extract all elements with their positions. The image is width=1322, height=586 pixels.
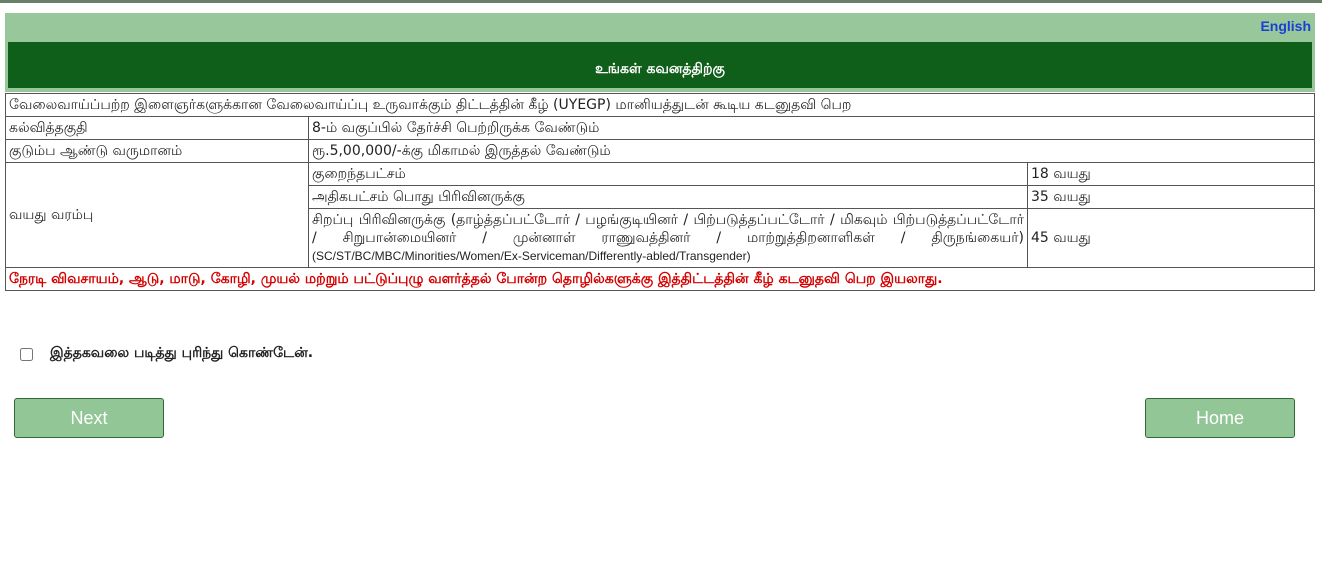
age-limit-label: வயது வரம்பு — [5, 162, 309, 268]
max-age-special-value: 45 வயது — [1027, 208, 1315, 268]
agreement-label[interactable]: இத்தகவலை படித்து புரிந்து கொண்டேன். — [50, 345, 313, 363]
home-button[interactable]: Home — [1145, 398, 1295, 438]
income-label: குடும்ப ஆண்டு வருமானம் — [5, 139, 309, 163]
header-band: English உங்கள் கவனத்திற்கு — [5, 13, 1315, 92]
ineligible-warning: நேரடி விவசாயம், ஆடு, மாடு, கோழி, முயல் ம… — [5, 267, 1315, 291]
table-heading: வேலைவாய்ப்பற்ற இளைஞர்களுக்கான வேலைவாய்ப்… — [5, 93, 1315, 117]
table-row: வயது வரம்பு குறைந்தபட்சம் 18 வயது — [5, 162, 1315, 268]
special-category-label: சிறப்பு பிரிவினருக்கு (தாழ்த்தப்பட்டோர் … — [312, 212, 1024, 246]
education-label: கல்வித்தகுதி — [5, 116, 309, 140]
table-row: வேலைவாய்ப்பற்ற இளைஞர்களுக்கான வேலைவாய்ப்… — [5, 93, 1315, 117]
english-language-link[interactable]: English — [1260, 18, 1311, 34]
min-age-label: குறைந்தபட்சம் — [308, 162, 1028, 186]
special-category-cell: சிறப்பு பிரிவினருக்கு (தாழ்த்தப்பட்டோர் … — [308, 208, 1028, 268]
eligibility-table: வேலைவாய்ப்பற்ற இளைஞர்களுக்கான வேலைவாய்ப்… — [5, 93, 1315, 291]
max-age-general-label: அதிகபட்சம் பொது பிரிவினருக்கு — [308, 185, 1028, 209]
table-row: நேரடி விவசாயம், ஆடு, மாடு, கோழி, முயல் ம… — [5, 267, 1315, 291]
agreement-row: இத்தகவலை படித்து புரிந்து கொண்டேன். — [18, 345, 313, 363]
income-value: ரூ.5,00,000/-க்கு மிகாமல் இருத்தல் வேண்ட… — [308, 139, 1315, 163]
special-category-english: (SC/ST/BC/MBC/Minorities/Women/Ex-Servic… — [312, 249, 751, 263]
max-age-general-value: 35 வயது — [1027, 185, 1315, 209]
page-title-bar: உங்கள் கவனத்திற்கு — [8, 42, 1312, 88]
table-row: குடும்ப ஆண்டு வருமானம் ரூ.5,00,000/-க்கு… — [5, 139, 1315, 163]
education-value: 8-ம் வகுப்பில் தேர்ச்சி பெற்றிருக்க வேண்… — [308, 116, 1315, 140]
page-title: உங்கள் கவனத்திற்கு — [595, 61, 725, 77]
table-row: கல்வித்தகுதி 8-ம் வகுப்பில் தேர்ச்சி பெற… — [5, 116, 1315, 140]
agreement-checkbox[interactable] — [20, 347, 33, 361]
next-button[interactable]: Next — [14, 398, 164, 438]
top-border-line — [0, 0, 1322, 3]
min-age-value: 18 வயது — [1027, 162, 1315, 186]
